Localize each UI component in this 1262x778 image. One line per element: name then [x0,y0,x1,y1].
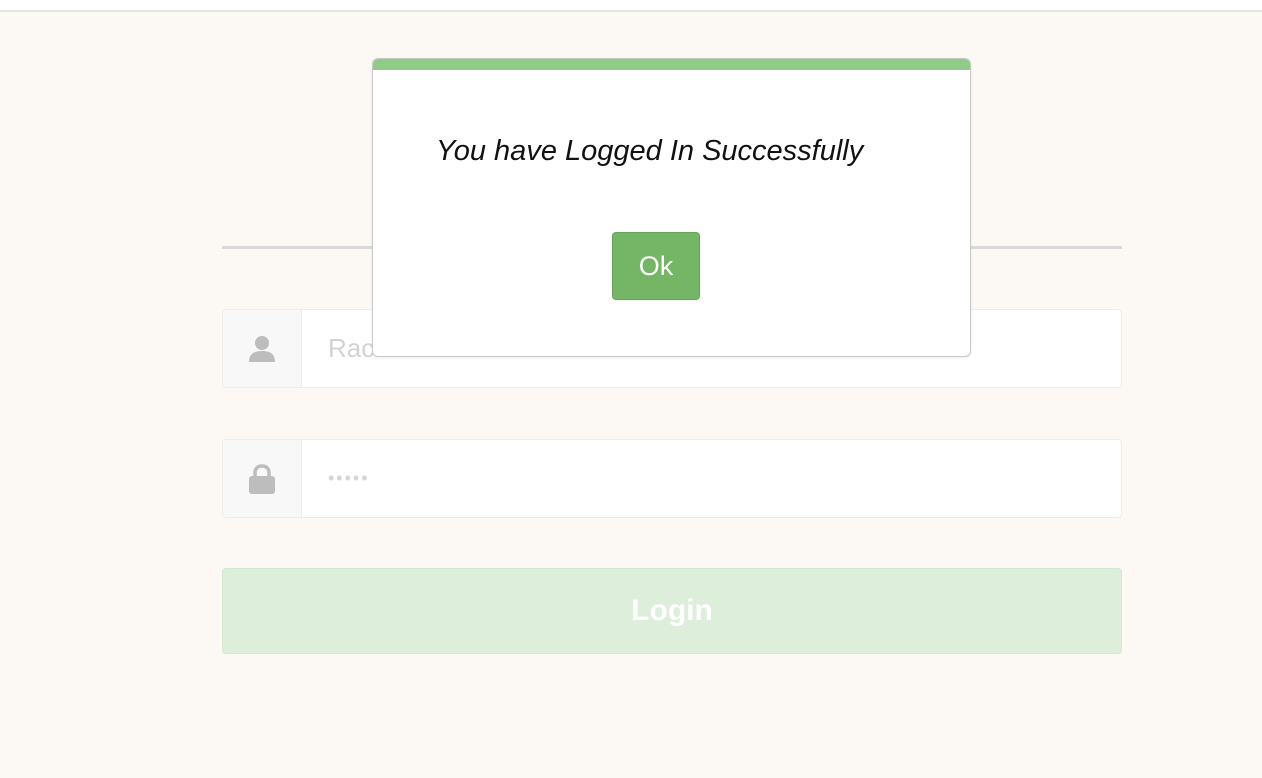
password-addon [223,440,302,517]
username-addon [223,310,302,387]
dialog-accent-bar [373,59,970,70]
ok-button[interactable]: Ok [612,232,700,300]
password-field[interactable]: ••••• [222,439,1122,518]
lock-icon [248,463,276,495]
login-button[interactable]: Login [222,568,1122,654]
dialog-message: You have Logged In Successfully [436,135,864,167]
user-icon [247,334,277,364]
password-input[interactable]: ••••• [302,440,1121,517]
browser-top-strip [0,0,1262,12]
success-dialog: You have Logged In Successfully Ok [372,58,971,357]
